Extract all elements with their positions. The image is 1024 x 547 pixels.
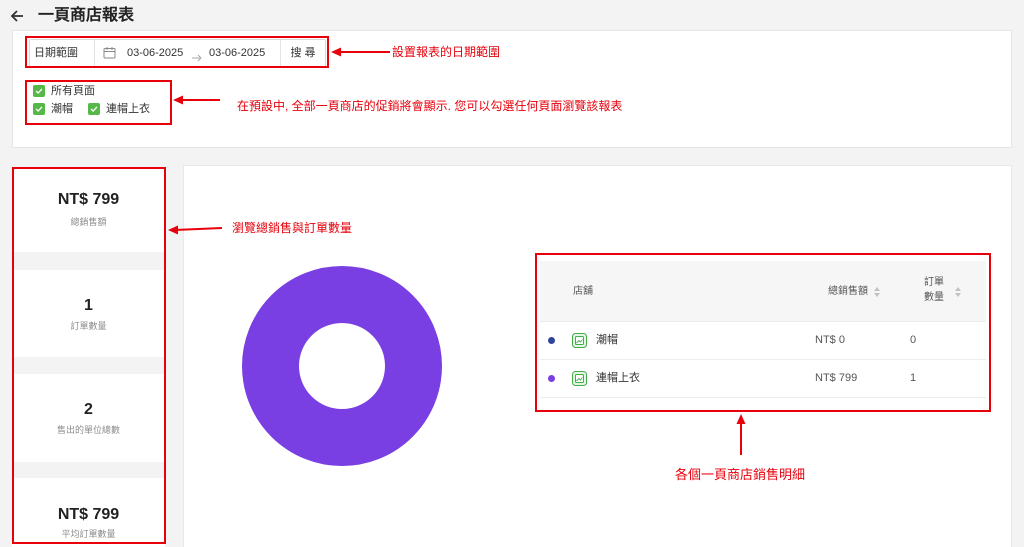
store-total-sales: NT$ 799 xyxy=(815,372,858,384)
column-header-orders-line2: 數量 xyxy=(924,292,944,303)
column-header-store: 店舖 xyxy=(573,286,593,297)
sort-header-total-sales[interactable]: 總銷售額 xyxy=(828,261,884,322)
stat-card-order-count: 1 訂單數量 xyxy=(12,270,165,357)
stat-card-units-sold: 2 售出的單位總數 xyxy=(12,374,165,462)
checkbox-page-2[interactable] xyxy=(88,103,100,115)
store-order-count: 1 xyxy=(910,372,917,384)
stat-label: 總銷售額 xyxy=(70,217,107,227)
sales-breakdown-card: 店舖 總銷售額 訂單 數量 潮帽 NT$ 0 0 連帽上衣 NT$ 799 1 xyxy=(183,165,1012,547)
store-page-icon xyxy=(572,333,587,348)
sort-header-order-count[interactable]: 訂單 數量 xyxy=(924,261,966,322)
checkbox-label-all-pages[interactable]: 所有頁面 xyxy=(51,85,95,97)
stat-value: NT$ 799 xyxy=(57,191,120,208)
table-row: 潮帽 NT$ 0 0 xyxy=(540,322,986,360)
column-header-orders-line1: 訂單 xyxy=(924,277,944,288)
end-date-input[interactable]: 03-06-2025 xyxy=(209,40,279,66)
column-header-total-sales: 總銷售額 xyxy=(828,286,868,297)
stat-card-total-sales: NT$ 799 總銷售額 xyxy=(12,168,165,252)
checkbox-label-page-1[interactable]: 潮帽 xyxy=(51,103,73,115)
arrow-right-icon xyxy=(191,49,203,62)
legend-dot xyxy=(548,337,555,344)
sort-icon[interactable] xyxy=(954,285,962,297)
start-date-input[interactable]: 03-06-2025 xyxy=(127,40,183,66)
checkbox-label-page-2[interactable]: 連帽上衣 xyxy=(106,103,150,115)
store-name: 潮帽 xyxy=(596,334,618,346)
filter-card: 日期範圍 03-06-2025 03-06-2025 搜 尋 所有頁面 潮帽 連… xyxy=(12,30,1012,148)
page-title: 一頁商店報表 xyxy=(38,7,135,24)
arrow-left-icon[interactable] xyxy=(10,9,24,23)
checkbox-all-pages[interactable] xyxy=(33,85,45,97)
store-order-count: 0 xyxy=(910,334,917,346)
stat-card-average-order: NT$ 799 平均訂單數量 xyxy=(12,478,165,547)
date-range-picker[interactable]: 日期範圍 03-06-2025 03-06-2025 搜 尋 xyxy=(29,39,326,67)
sales-donut-chart xyxy=(242,266,442,466)
stat-value: 1 xyxy=(84,297,93,314)
store-sales-table: 店舖 總銷售額 訂單 數量 潮帽 NT$ 0 0 連帽上衣 NT$ 799 1 xyxy=(540,261,986,398)
stats-column: NT$ 799 總銷售額 1 訂單數量 2 售出的單位總數 NT$ 799 平均… xyxy=(12,168,165,547)
table-row: 連帽上衣 NT$ 799 1 xyxy=(540,360,986,398)
store-page-icon xyxy=(572,371,587,386)
search-button[interactable]: 搜 尋 xyxy=(281,40,325,66)
sort-icon[interactable] xyxy=(873,285,881,297)
table-header: 店舖 總銷售額 訂單 數量 xyxy=(540,261,986,322)
checkbox-page-1[interactable] xyxy=(33,103,45,115)
divider xyxy=(94,40,95,66)
stat-value: 2 xyxy=(84,401,93,418)
date-range-label: 日期範圍 xyxy=(34,47,78,59)
stat-label: 售出的單位總數 xyxy=(56,425,120,435)
donut-segment-1 xyxy=(242,266,442,466)
stat-label: 訂單數量 xyxy=(70,321,107,331)
legend-dot xyxy=(548,375,555,382)
stat-value: NT$ 799 xyxy=(57,506,120,523)
calendar-icon[interactable] xyxy=(103,46,116,59)
store-name: 連帽上衣 xyxy=(596,372,640,384)
stat-label: 平均訂單數量 xyxy=(61,529,116,539)
store-total-sales: NT$ 0 xyxy=(815,334,845,346)
